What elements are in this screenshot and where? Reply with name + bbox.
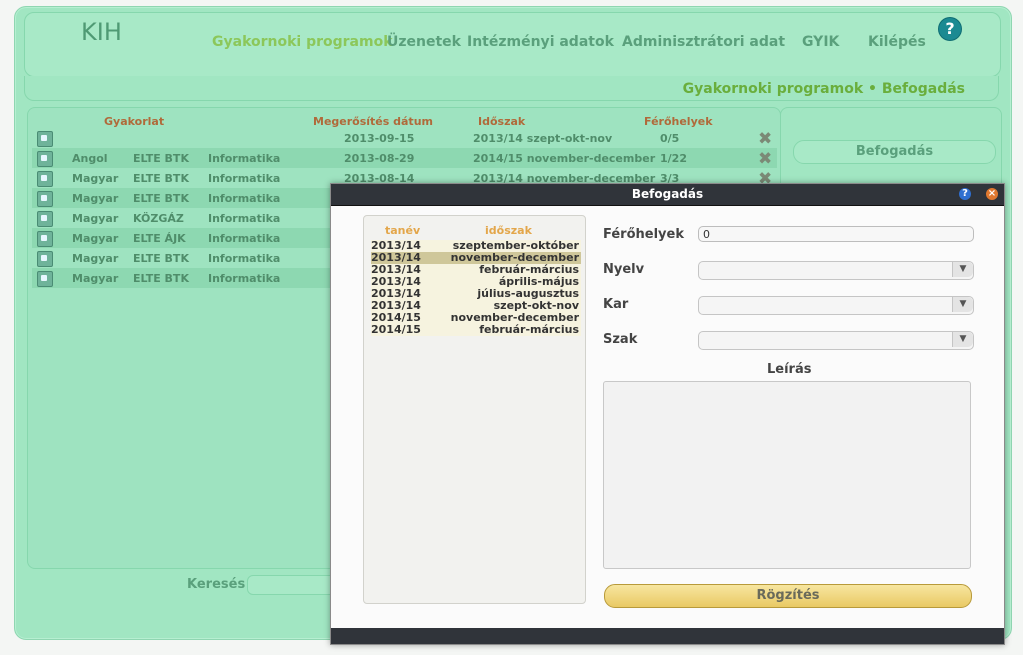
app-logo: KIH xyxy=(81,18,122,46)
table-row[interactable]: 2013-09-15 2013/14 szept-okt-nov 0/5 ✖ xyxy=(32,128,777,149)
row-places: 1/22 xyxy=(660,152,687,165)
col-gyakorlat[interactable]: Gyakorlat xyxy=(104,115,164,128)
term-header-year: tanév xyxy=(385,224,421,237)
delete-icon[interactable]: ✖ xyxy=(758,129,772,149)
edit-icon[interactable] xyxy=(37,191,53,207)
row-institution: ELTE BTK xyxy=(133,192,189,205)
row-institution: ELTE BTK xyxy=(133,152,189,165)
szak-label: Szak xyxy=(603,332,638,347)
chevron-down-icon[interactable]: ▼ xyxy=(952,332,973,347)
help-icon[interactable]: ? xyxy=(939,18,961,40)
row-language: Magyar xyxy=(72,172,119,185)
table-row[interactable]: Angol ELTE BTK Informatika 2013-08-29 20… xyxy=(32,148,777,169)
row-field: Informatika xyxy=(208,192,281,205)
dialog-close-icon[interactable]: × xyxy=(986,188,998,200)
kar-label: Kar xyxy=(603,297,629,312)
row-language: Magyar xyxy=(72,232,119,245)
dialog-title[interactable]: Befogadás xyxy=(331,184,1004,206)
nav-adminisztratori-adat[interactable]: Adminisztrátori adat xyxy=(622,34,785,50)
row-places: 0/5 xyxy=(660,132,680,145)
edit-icon[interactable] xyxy=(37,231,53,247)
row-language: Magyar xyxy=(72,192,119,205)
row-language: Angol xyxy=(72,152,108,165)
nav-intezmenyi-adatok[interactable]: Intézményi adatok xyxy=(467,34,614,50)
rogzites-button[interactable]: Rögzítés xyxy=(604,584,972,608)
delete-icon[interactable]: ✖ xyxy=(758,149,772,169)
row-language: Magyar xyxy=(72,252,119,265)
edit-icon[interactable] xyxy=(37,251,53,267)
nyelv-select[interactable]: ▼ xyxy=(698,261,974,280)
row-institution: ELTE BTK xyxy=(133,252,189,265)
row-date: 2013-08-29 xyxy=(344,152,415,165)
row-field: Informatika xyxy=(208,172,281,185)
nav-gyakornoki-programok[interactable]: Gyakornoki programok xyxy=(212,34,393,50)
search-label: Keresés xyxy=(187,577,246,592)
ferohelyek-label: Férőhelyek xyxy=(603,227,684,242)
term-year: 2014/15 xyxy=(371,323,421,336)
edit-icon[interactable] xyxy=(37,211,53,227)
chevron-down-icon[interactable]: ▼ xyxy=(952,262,973,277)
term-item[interactable]: 2014/15 február-március xyxy=(371,323,581,336)
search-input[interactable] xyxy=(247,575,339,595)
row-institution: ELTE BTK xyxy=(133,172,189,185)
row-institution: ELTE BTK xyxy=(133,272,189,285)
col-megerosites-datum[interactable]: Megerősítés dátum xyxy=(313,115,433,128)
row-period: 2014/15 november-december xyxy=(473,152,656,165)
row-date: 2013-09-15 xyxy=(344,132,415,145)
nav-kilepes[interactable]: Kilépés xyxy=(868,34,926,50)
row-field: Informatika xyxy=(208,272,281,285)
term-list: tanév időszak 2013/14 szeptember-október … xyxy=(363,215,586,604)
row-institution: KÖZGÁZ xyxy=(133,212,184,225)
edit-icon[interactable] xyxy=(37,171,53,187)
row-field: Informatika xyxy=(208,152,281,165)
row-field: Informatika xyxy=(208,212,281,225)
dialog-help-icon[interactable]: ? xyxy=(959,188,971,200)
row-institution: ELTE ÁJK xyxy=(133,232,186,245)
row-language: Magyar xyxy=(72,272,119,285)
leiras-label: Leírás xyxy=(767,362,812,377)
row-field: Informatika xyxy=(208,232,281,245)
befogadas-dialog: Befogadás ? × tanév időszak 2013/14 szept… xyxy=(330,183,1005,645)
term-header-period: időszak xyxy=(485,224,532,237)
row-field: Informatika xyxy=(208,252,281,265)
row-language: Magyar xyxy=(72,212,119,225)
befogadas-button[interactable]: Befogadás xyxy=(793,140,996,164)
dialog-footer xyxy=(331,628,1004,644)
nav-gyik[interactable]: GYIK xyxy=(802,34,839,50)
leiras-textarea[interactable] xyxy=(603,381,971,569)
kar-select[interactable]: ▼ xyxy=(698,296,974,315)
edit-icon[interactable] xyxy=(37,271,53,287)
col-ferohelyek[interactable]: Férőhelyek xyxy=(644,115,713,128)
nyelv-label: Nyelv xyxy=(603,262,645,277)
breadcrumb: Gyakornoki programok • Befogadás xyxy=(682,81,965,97)
edit-icon[interactable] xyxy=(37,131,53,147)
row-period: 2013/14 szept-okt-nov xyxy=(473,132,613,145)
nav-uzenetek[interactable]: Üzenetek xyxy=(387,34,461,50)
col-idoszak[interactable]: Időszak xyxy=(478,115,525,128)
chevron-down-icon[interactable]: ▼ xyxy=(952,297,973,312)
ferohelyek-field[interactable]: 0 xyxy=(698,226,974,242)
szak-select[interactable]: ▼ xyxy=(698,331,974,350)
term-period: február-március xyxy=(479,323,579,336)
edit-icon[interactable] xyxy=(37,151,53,167)
